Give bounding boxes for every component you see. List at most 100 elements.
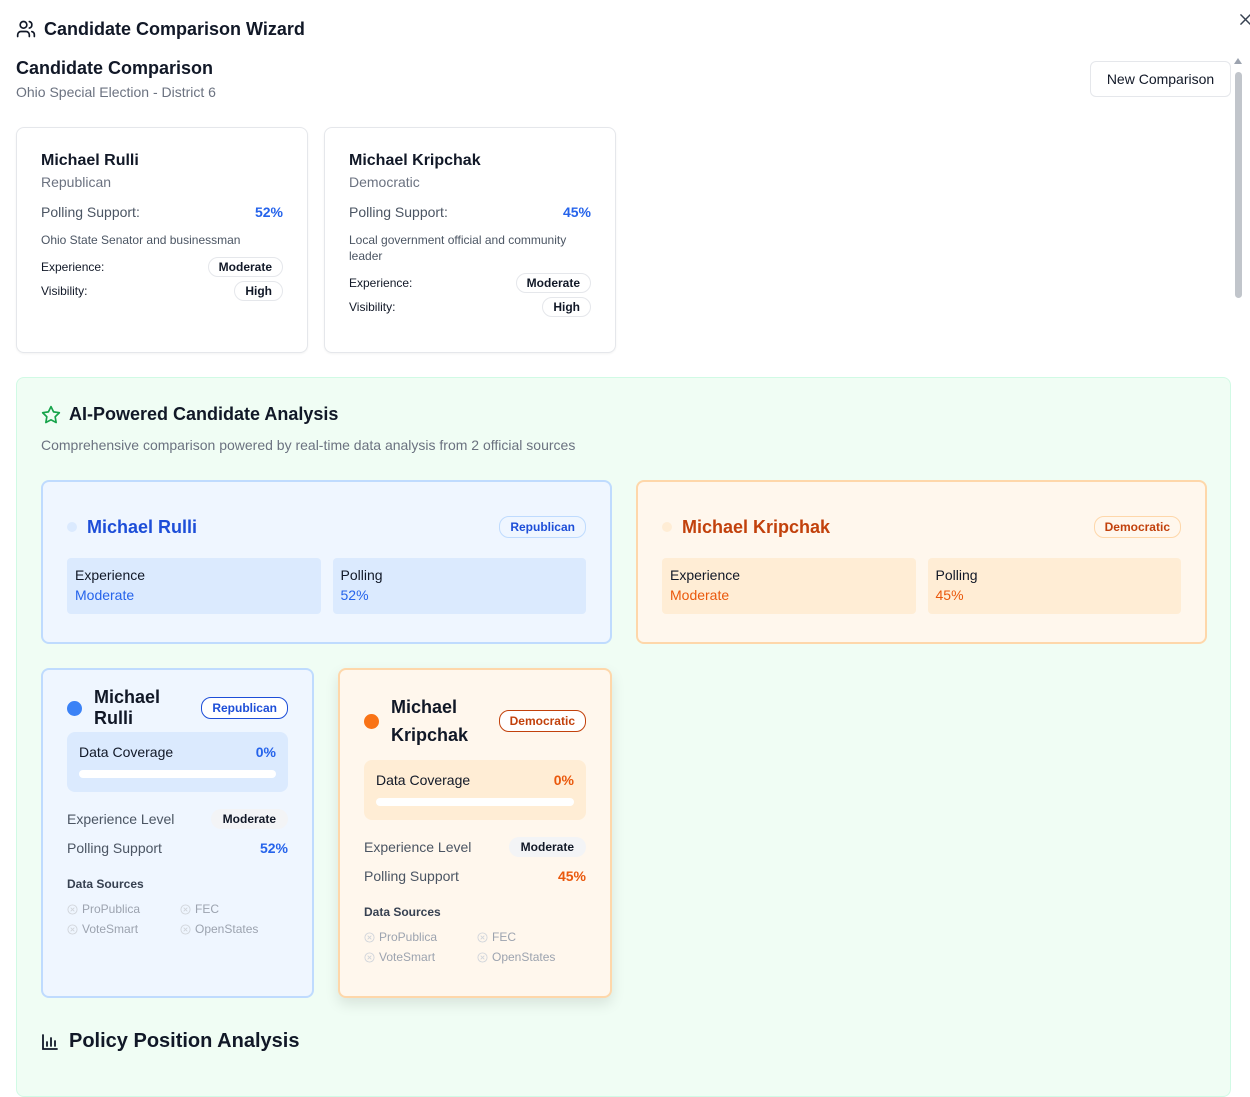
stat-label: Polling [936, 567, 1174, 583]
party-badge: Democratic [1094, 516, 1181, 538]
source-name: FEC [492, 930, 516, 944]
page-subtitle: Ohio Special Election - District 6 [16, 84, 216, 100]
source-item: VoteSmart [364, 949, 477, 965]
experience-row: Experience: Moderate [41, 258, 283, 276]
candidate-card-kripchak: Michael Kripchak Democratic Polling Supp… [324, 127, 616, 353]
wizard-title: Candidate Comparison Wizard [16, 16, 305, 42]
polling-support-value: 52% [260, 840, 288, 856]
polling-support-row: Polling Support 52% [67, 837, 288, 859]
close-button[interactable] [1236, 10, 1250, 28]
x-circle-icon [477, 932, 488, 943]
party-dot [67, 701, 82, 716]
source-item: FEC [180, 901, 280, 917]
experience-stat: Experience Moderate [662, 558, 916, 614]
ai-analysis-title: AI-Powered Candidate Analysis [41, 404, 338, 425]
scrollbar-thumb[interactable] [1235, 72, 1242, 298]
data-sources-label: Data Sources [67, 877, 288, 891]
party-dot [364, 714, 379, 729]
summary-card-rulli: Michael Rulli Republican Experience Mode… [41, 480, 612, 644]
visibility-row: Visibility: High [41, 282, 283, 300]
policy-analysis-title: Policy Position Analysis [41, 1030, 299, 1053]
stat-label: Experience [75, 567, 313, 583]
polling-support-label: Polling Support [67, 840, 162, 856]
visibility-badge: High [234, 281, 283, 301]
users-icon [16, 19, 36, 39]
x-circle-icon [364, 932, 375, 943]
detail-name-text: Michael Rulli [94, 687, 201, 729]
x-circle-icon [180, 924, 191, 935]
stat-label: Polling [341, 567, 579, 583]
data-coverage-box: Data Coverage 0% [67, 732, 288, 792]
experience-level-row: Experience Level Moderate [67, 808, 288, 830]
polling-support-label: Polling Support [364, 868, 459, 884]
detail-name: Michael Rulli [67, 687, 201, 729]
candidate-name: Michael Kripchak [349, 152, 591, 170]
detail-name: Michael Kripchak [364, 693, 481, 749]
party-dot [662, 522, 672, 532]
visibility-badge: High [542, 297, 591, 317]
candidate-description: Ohio State Senator and businessman [41, 232, 283, 248]
party-badge: Democratic [499, 710, 586, 732]
x-circle-icon [67, 924, 78, 935]
polling-stat: Polling 45% [928, 558, 1182, 614]
polling-support-value: 45% [558, 868, 586, 884]
candidate-party: Republican [41, 174, 283, 190]
wizard-title-text: Candidate Comparison Wizard [44, 19, 305, 40]
detail-card-rulli: Michael Rulli Republican Data Coverage 0… [41, 668, 314, 998]
polling-row: Polling Support: 45% [349, 204, 591, 220]
polling-stat: Polling 52% [333, 558, 587, 614]
coverage-progress-bar [79, 770, 276, 778]
experience-row: Experience: Moderate [349, 274, 591, 292]
experience-badge: Moderate [208, 257, 283, 277]
coverage-progress-bar [376, 798, 574, 806]
summary-card-kripchak: Michael Kripchak Democratic Experience M… [636, 480, 1207, 644]
source-item: VoteSmart [67, 921, 180, 937]
coverage-value: 0% [256, 744, 276, 760]
coverage-value: 0% [554, 772, 574, 788]
bar-chart-icon [41, 1033, 59, 1051]
polling-value: 52% [255, 204, 283, 220]
visibility-row: Visibility: High [349, 298, 591, 316]
source-name: OpenStates [195, 922, 258, 936]
summary-name: Michael Kripchak [662, 517, 830, 538]
candidate-card-rulli: Michael Rulli Republican Polling Support… [16, 127, 308, 353]
source-name: VoteSmart [82, 922, 138, 936]
experience-level-label: Experience Level [364, 839, 471, 855]
source-name: FEC [195, 902, 219, 916]
source-name: ProPublica [82, 902, 140, 916]
candidate-description: Local government official and community … [349, 232, 591, 264]
source-name: OpenStates [492, 950, 555, 964]
source-name: VoteSmart [379, 950, 435, 964]
close-icon [1240, 14, 1250, 25]
coverage-label: Data Coverage [79, 744, 173, 760]
detail-card-kripchak: Michael Kripchak Democratic Data Coverag… [338, 668, 612, 998]
data-coverage-box: Data Coverage 0% [364, 760, 586, 820]
source-item: ProPublica [67, 901, 180, 917]
summary-name-text: Michael Kripchak [682, 517, 830, 538]
party-badge: Republican [499, 516, 586, 538]
experience-level-badge: Moderate [509, 837, 586, 857]
data-sources-list: ProPublica FEC VoteSmart OpenStates [364, 929, 586, 965]
experience-level-label: Experience Level [67, 811, 174, 827]
new-comparison-button[interactable]: New Comparison [1090, 61, 1231, 97]
policy-analysis-title-text: Policy Position Analysis [69, 1030, 299, 1053]
ai-analysis-title-text: AI-Powered Candidate Analysis [69, 404, 338, 425]
visibility-label: Visibility: [41, 284, 87, 298]
star-icon [41, 405, 61, 425]
stat-value: 45% [936, 587, 1174, 603]
x-circle-icon [67, 904, 78, 915]
stat-value: 52% [341, 587, 579, 603]
source-item: FEC [477, 929, 577, 945]
source-name: ProPublica [379, 930, 437, 944]
x-circle-icon [364, 952, 375, 963]
source-item: OpenStates [477, 949, 577, 965]
stat-value: Moderate [75, 587, 313, 603]
data-sources-label: Data Sources [364, 905, 586, 919]
page-title: Candidate Comparison [16, 58, 213, 79]
experience-stat: Experience Moderate [67, 558, 321, 614]
ai-analysis-subtitle: Comprehensive comparison powered by real… [41, 437, 575, 453]
x-circle-icon [477, 952, 488, 963]
stat-label: Experience [670, 567, 908, 583]
party-dot [67, 522, 77, 532]
summary-name-text: Michael Rulli [87, 517, 197, 538]
